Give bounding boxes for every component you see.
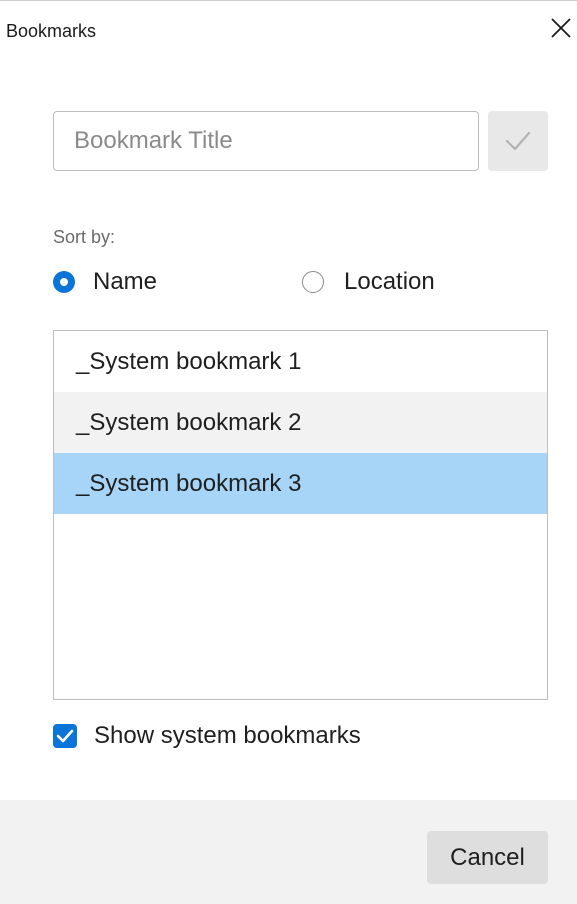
show-system-bookmarks-checkbox[interactable]: Show system bookmarks xyxy=(53,720,361,752)
dialog-footer: Cancel xyxy=(0,800,577,904)
list-item-label: _System bookmark 2 xyxy=(76,408,302,436)
close-icon xyxy=(551,18,571,38)
sort-by-name-radio[interactable]: Name xyxy=(53,267,157,297)
window-title: Bookmarks xyxy=(6,21,97,41)
sort-by-label: Sort by: xyxy=(53,227,116,247)
sort-by-name-label: Name xyxy=(93,268,158,295)
radio-unchecked-icon xyxy=(302,271,324,293)
list-item-label: _System bookmark 1 xyxy=(76,347,302,375)
sort-by-location-radio[interactable]: Location xyxy=(302,267,435,297)
close-button[interactable] xyxy=(548,15,574,41)
bookmarks-dialog: Bookmarks Sort by: Name Location _System… xyxy=(0,0,577,904)
show-system-bookmarks-label: Show system bookmarks xyxy=(94,722,361,749)
confirm-button[interactable] xyxy=(488,111,548,171)
radio-checked-icon xyxy=(53,271,75,293)
list-item-label: _System bookmark 3 xyxy=(76,469,302,497)
list-item[interactable]: _System bookmark 1 xyxy=(54,331,547,392)
sort-by-location-label: Location xyxy=(344,268,435,295)
bookmarks-list[interactable]: _System bookmark 1 _System bookmark 2 _S… xyxy=(53,330,548,700)
title-bar: Bookmarks xyxy=(0,1,577,45)
checkmark-icon xyxy=(505,131,531,151)
checkbox-checked-icon xyxy=(53,724,77,748)
bookmark-title-input[interactable] xyxy=(53,111,479,171)
cancel-button[interactable]: Cancel xyxy=(427,831,548,884)
list-item[interactable]: _System bookmark 2 xyxy=(54,392,547,453)
list-item-selected[interactable]: _System bookmark 3 xyxy=(54,453,547,514)
